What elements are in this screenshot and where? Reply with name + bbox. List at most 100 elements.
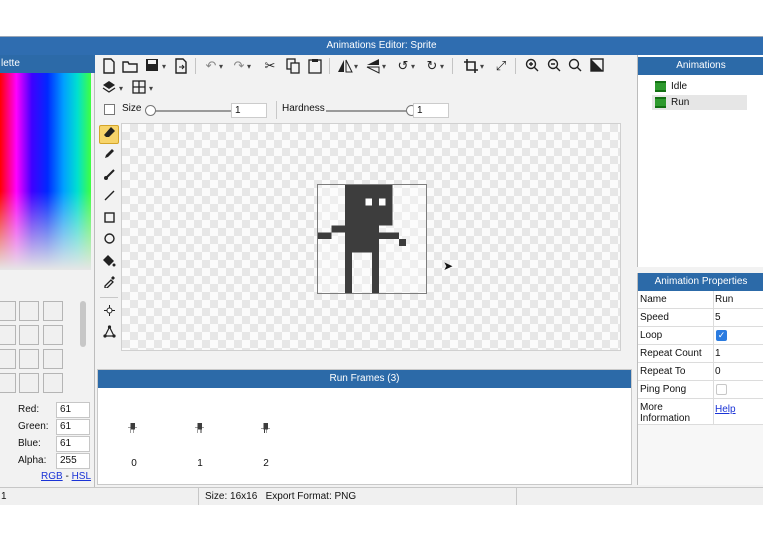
help-link[interactable]: Help — [715, 404, 736, 415]
flip-horizontal-icon[interactable] — [337, 58, 353, 74]
undo-icon[interactable]: ↶ — [203, 58, 219, 74]
grid-icon[interactable] — [131, 80, 147, 96]
transform-icon[interactable] — [99, 325, 119, 344]
redo-caret-icon[interactable]: ▾ — [247, 62, 251, 71]
brush-shape-checkbox[interactable] — [104, 104, 115, 115]
swatch[interactable] — [0, 373, 16, 393]
size-slider-knob[interactable] — [145, 105, 156, 116]
color-spectrum[interactable] — [0, 73, 91, 270]
cut-icon[interactable]: ✂ — [262, 58, 278, 74]
flip-vertical-icon[interactable] — [365, 58, 381, 74]
animation-item-idle[interactable]: Idle — [652, 79, 747, 94]
ping-pong-checkbox[interactable] — [716, 384, 727, 395]
rgb-link[interactable]: RGB — [41, 471, 63, 482]
contrast-icon[interactable] — [589, 58, 605, 74]
size-slider-track[interactable] — [147, 110, 232, 112]
swatch[interactable] — [19, 325, 39, 345]
editor-window: Animations Editor: Sprite lette Red: 61 … — [0, 36, 763, 505]
property-divider — [713, 291, 714, 308]
swatch[interactable] — [43, 349, 63, 369]
swatch[interactable] — [0, 325, 16, 345]
open-folder-icon[interactable] — [122, 58, 138, 74]
save-icon[interactable] — [144, 58, 160, 74]
sprite-pixel-art — [318, 185, 406, 293]
loop-checkbox[interactable]: ✓ — [716, 330, 727, 341]
frame-thumbnail[interactable] — [261, 422, 271, 434]
zoom-in-icon[interactable] — [524, 58, 540, 74]
green-label: Green: — [18, 421, 49, 432]
repeat-count-value[interactable]: 1 — [715, 348, 721, 359]
redo-icon[interactable]: ↷ — [231, 58, 247, 74]
flip-caret-icon[interactable]: ▾ — [354, 62, 358, 71]
swatch[interactable] — [0, 301, 16, 321]
paste-icon[interactable] — [307, 58, 323, 74]
property-divider — [713, 399, 714, 424]
green-input[interactable]: 61 — [56, 419, 90, 435]
property-divider — [713, 381, 714, 398]
pencil-icon[interactable] — [99, 147, 119, 166]
swatch[interactable] — [19, 301, 39, 321]
rotate-left-caret-icon[interactable]: ▾ — [411, 62, 415, 71]
sprite-frame — [317, 184, 427, 294]
size-input[interactable]: 1 — [231, 103, 267, 118]
hardness-label: Hardness — [282, 103, 325, 114]
animations-header: Animations — [638, 57, 763, 75]
line-icon[interactable] — [99, 189, 119, 208]
name-value[interactable]: Run — [715, 294, 733, 305]
ellipse-icon[interactable] — [99, 232, 119, 251]
palette-panel: lette Red: 61 Green: 61 Blue: 61 Alpha: … — [0, 55, 95, 487]
new-file-icon[interactable] — [101, 58, 117, 74]
crop-icon[interactable] — [463, 58, 479, 74]
animation-item-run[interactable]: Run — [652, 95, 747, 110]
alpha-input[interactable]: 255 — [56, 453, 90, 469]
properties-panel: Animation Properties Name Run Speed 5 Lo… — [637, 273, 763, 485]
speed-value[interactable]: 5 — [715, 312, 721, 323]
canvas-scrollbar[interactable] — [621, 123, 633, 355]
frame-number: 2 — [263, 458, 269, 469]
zoom-fit-icon[interactable] — [567, 58, 583, 74]
red-input[interactable]: 61 — [56, 402, 90, 418]
flip-vertical-caret-icon[interactable]: ▾ — [382, 62, 386, 71]
blue-input[interactable]: 61 — [56, 436, 90, 452]
crop-caret-icon[interactable]: ▾ — [480, 62, 484, 71]
swatch[interactable] — [19, 373, 39, 393]
repeat-to-value[interactable]: 0 — [715, 366, 721, 377]
save-dropdown-caret-icon[interactable]: ▾ — [162, 62, 166, 71]
properties-header: Animation Properties — [638, 273, 763, 291]
export-icon[interactable] — [173, 58, 189, 74]
resize-icon[interactable]: ⤢ — [493, 58, 509, 74]
eraser-icon[interactable] — [99, 125, 119, 144]
rotate-right-icon[interactable]: ↻ — [424, 58, 440, 74]
fill-icon[interactable] — [99, 254, 119, 273]
rotate-left-icon[interactable]: ↺ — [395, 58, 411, 74]
swatch[interactable] — [0, 349, 16, 369]
animations-panel: Animations Idle Run — [637, 55, 763, 267]
swatch[interactable] — [43, 301, 63, 321]
drawing-canvas[interactable] — [121, 123, 621, 351]
grid-caret-icon[interactable]: ▾ — [149, 84, 153, 93]
frame-thumbnail[interactable] — [195, 422, 205, 434]
hardness-slider-track[interactable] — [326, 110, 411, 112]
hardness-input[interactable]: 1 — [413, 103, 449, 118]
rotate-right-caret-icon[interactable]: ▾ — [440, 62, 444, 71]
layers-caret-icon[interactable]: ▾ — [119, 84, 123, 93]
undo-caret-icon[interactable]: ▾ — [219, 62, 223, 71]
brush-icon[interactable] — [99, 168, 119, 187]
zoom-out-icon[interactable] — [546, 58, 562, 74]
status-left: 1 — [1, 491, 7, 502]
size-label: Size — [122, 103, 142, 114]
rectangle-icon[interactable] — [99, 211, 119, 230]
swatch[interactable] — [43, 325, 63, 345]
layers-icon[interactable] — [101, 80, 117, 96]
select-point-icon[interactable] — [99, 304, 119, 323]
window-title: Animations Editor: Sprite — [0, 37, 763, 55]
toolbar-separator — [195, 58, 196, 74]
hsl-link[interactable]: HSL — [72, 471, 91, 482]
frame-thumbnail[interactable] — [128, 422, 138, 434]
swatch[interactable] — [19, 349, 39, 369]
copy-icon[interactable] — [285, 58, 301, 74]
eyedropper-icon[interactable] — [99, 275, 119, 294]
property-row-ping-pong: Ping Pong — [638, 381, 763, 399]
palette-scrollbar[interactable] — [80, 301, 86, 347]
swatch[interactable] — [43, 373, 63, 393]
